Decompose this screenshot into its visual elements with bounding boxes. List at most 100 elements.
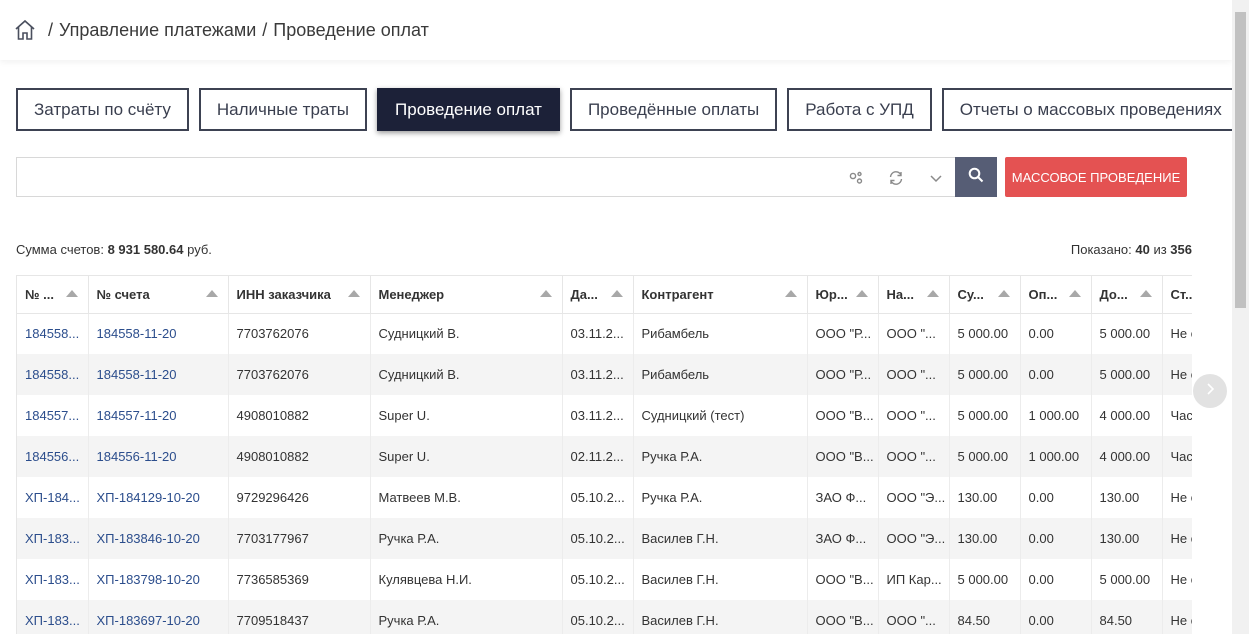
table-cell: ЗАО Ф...	[807, 518, 879, 559]
column-header[interactable]: Контрагент	[633, 276, 808, 314]
table-cell[interactable]: 184556-11-20	[88, 436, 229, 477]
search-input[interactable]	[17, 158, 817, 196]
search-icon	[968, 167, 984, 188]
table-cell: Super U.	[370, 395, 563, 436]
column-header[interactable]: Юр...	[807, 276, 879, 314]
sort-icon[interactable]	[1068, 290, 1081, 297]
table-cell: Не о	[1162, 477, 1192, 518]
table-row[interactable]: ХП-183... ХП-183846-10-20 7703177967 Ручка …	[17, 518, 1192, 559]
table-cell: ООО "...	[878, 313, 950, 354]
column-header[interactable]: До...	[1091, 276, 1163, 314]
table-row[interactable]: 184556... 184556-11-20 4908010882 Super U. 0…	[17, 436, 1192, 477]
table-cell[interactable]: 184557-11-20	[88, 395, 229, 436]
home-icon[interactable]	[14, 19, 36, 41]
refresh-icon[interactable]	[887, 169, 905, 187]
column-header[interactable]: На...	[878, 276, 950, 314]
table-cell[interactable]: ХП-184129-10-20	[88, 477, 229, 518]
table-cell[interactable]: 184558-11-20	[88, 354, 229, 395]
table-cell[interactable]: ХП-183...	[17, 518, 89, 559]
column-header[interactable]: ИНН заказчика	[228, 276, 371, 314]
table-cell[interactable]: ХП-183697-10-20	[88, 600, 229, 634]
filter-settings-icon[interactable]	[847, 169, 865, 187]
breadcrumb-separator: /	[48, 19, 54, 40]
sort-icon[interactable]	[997, 290, 1010, 297]
column-header[interactable]: Су...	[949, 276, 1021, 314]
sort-icon[interactable]	[926, 290, 939, 297]
table-cell[interactable]: 184558...	[17, 313, 89, 354]
table-cell[interactable]: 184556...	[17, 436, 89, 477]
table-cell: 0.00	[1020, 518, 1092, 559]
table-cell: 05.10.2...	[562, 518, 634, 559]
column-header[interactable]: Оп...	[1020, 276, 1092, 314]
tab-bar: Затраты по счёту Наличные траты Проведен…	[16, 88, 1240, 131]
tab-cash-expenses[interactable]: Наличные траты	[198, 88, 368, 131]
table-cell: Рибамбель	[633, 313, 808, 354]
sum-label: Сумма счетов:	[16, 242, 104, 257]
tab-payment-posting[interactable]: Проведение оплат	[377, 88, 560, 131]
page-scrollbar[interactable]	[1232, 0, 1249, 634]
sort-icon[interactable]	[610, 290, 623, 297]
table-cell: Час	[1162, 436, 1192, 477]
sort-icon[interactable]	[65, 290, 78, 297]
sort-icon[interactable]	[784, 290, 797, 297]
table-cell: Не о	[1162, 313, 1192, 354]
table-cell: 9729296426	[228, 477, 371, 518]
tab-account-costs[interactable]: Затраты по счёту	[16, 88, 189, 131]
table-cell[interactable]: ХП-183...	[17, 559, 89, 600]
sort-icon[interactable]	[1139, 290, 1152, 297]
column-header[interactable]: № ...	[17, 276, 89, 314]
table-cell: ООО "В...	[807, 395, 879, 436]
column-header[interactable]: № счета	[88, 276, 229, 314]
table-row[interactable]: 184558... 184558-11-20 7703762076 Судницкий…	[17, 313, 1192, 354]
sort-icon[interactable]	[205, 290, 218, 297]
table-cell[interactable]: 184558...	[17, 354, 89, 395]
table-cell[interactable]: ХП-183798-10-20	[88, 559, 229, 600]
tab-posted-payments[interactable]: Проведённые оплаты	[569, 88, 778, 131]
column-header[interactable]: Да...	[562, 276, 634, 314]
table-cell: Не о	[1162, 559, 1192, 600]
sort-icon[interactable]	[855, 290, 868, 297]
breadcrumb-separator: /	[262, 19, 268, 40]
table-cell: 05.10.2...	[562, 477, 634, 518]
table-cell: 5 000.00	[1091, 559, 1163, 600]
table-cell: Не о	[1162, 600, 1192, 634]
table-cell: Ручка Р.А.	[370, 600, 563, 634]
table-cell: 03.11.2...	[562, 313, 634, 354]
table-cell[interactable]: 184558-11-20	[88, 313, 229, 354]
table-cell: 02.11.2...	[562, 436, 634, 477]
table-row[interactable]: 184557... 184557-11-20 4908010882 Super U. 0…	[17, 395, 1192, 436]
chevron-down-icon[interactable]	[927, 169, 945, 187]
scrollbar-thumb[interactable]	[1235, 12, 1246, 308]
table-cell: 5 000.00	[1091, 354, 1163, 395]
table-cell: 4908010882	[228, 395, 371, 436]
shown-of: из	[1153, 242, 1167, 257]
search-button[interactable]	[955, 157, 997, 197]
table-cell: ООО "...	[878, 600, 950, 634]
table-cell: Super U.	[370, 436, 563, 477]
table-row[interactable]: ХП-183... ХП-183798-10-20 7736585369 Кулявц…	[17, 559, 1192, 600]
table-cell: 84.50	[1091, 600, 1163, 634]
table-cell: 7709518437	[228, 600, 371, 634]
shown-total: 356	[1170, 242, 1192, 257]
column-header[interactable]: Ст...	[1162, 276, 1192, 314]
mass-posting-button[interactable]: МАССОВОЕ ПРОВЕДЕНИЕ	[1005, 157, 1187, 197]
table-cell[interactable]: ХП-183846-10-20	[88, 518, 229, 559]
table-cell: 130.00	[1091, 518, 1163, 559]
table-cell: 7703762076	[228, 313, 371, 354]
table-cell[interactable]: ХП-183...	[17, 600, 89, 634]
table-row[interactable]: ХП-184... ХП-184129-10-20 9729296426 Матвее…	[17, 477, 1192, 518]
table-cell: 0.00	[1020, 600, 1092, 634]
sort-icon[interactable]	[347, 290, 360, 297]
table-row[interactable]: ХП-183... ХП-183697-10-20 7709518437 Ручка …	[17, 600, 1192, 634]
tab-mass-posting-reports[interactable]: Отчеты о массовых проведениях	[941, 88, 1240, 131]
breadcrumb-item-payments[interactable]: Управление платежами	[59, 20, 256, 41]
sort-icon[interactable]	[539, 290, 552, 297]
column-header[interactable]: Менеджер	[370, 276, 563, 314]
table-cell[interactable]: ХП-184...	[17, 477, 89, 518]
table-row[interactable]: 184558... 184558-11-20 7703762076 Судницкий…	[17, 354, 1192, 395]
tab-upd-work[interactable]: Работа с УПД	[787, 88, 932, 131]
table-cell[interactable]: 184557...	[17, 395, 89, 436]
table-cell: Матвеев М.В.	[370, 477, 563, 518]
table-cell: 0.00	[1020, 477, 1092, 518]
scroll-right-button[interactable]	[1193, 374, 1227, 408]
